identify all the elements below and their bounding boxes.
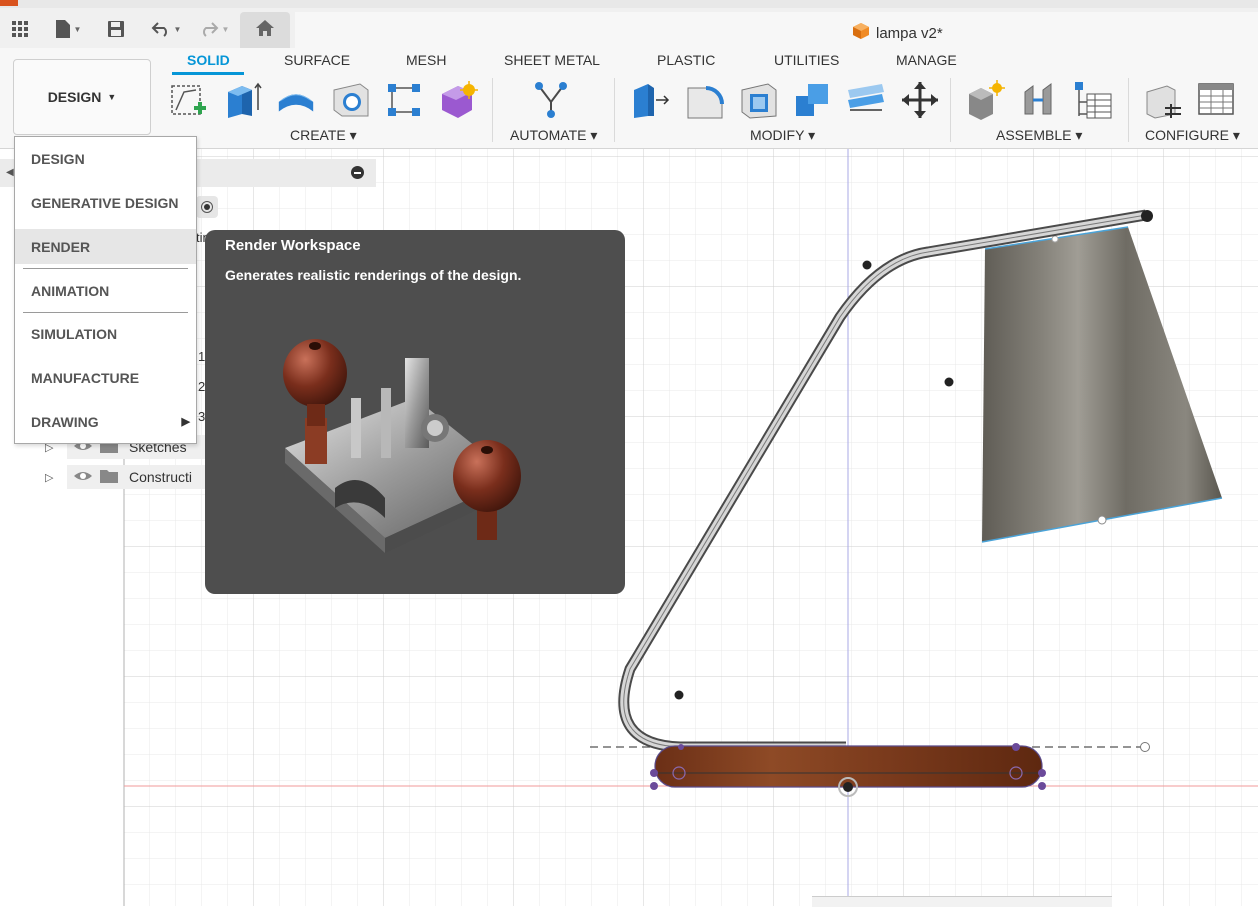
- menu-item-generative-design[interactable]: GENERATIVE DESIGN: [15, 185, 196, 220]
- folder-icon: [99, 468, 129, 487]
- menu-item-render[interactable]: RENDER: [15, 229, 196, 264]
- configure-menu[interactable]: CONFIGURE ▾: [1145, 127, 1240, 144]
- expand-arrow-icon[interactable]: ▷: [45, 471, 67, 484]
- fillet-icon[interactable]: [683, 78, 725, 122]
- submenu-arrow-icon: ▶: [181, 416, 190, 428]
- form-icon[interactable]: [437, 78, 479, 122]
- document-title-text: lampa v2*: [876, 24, 943, 42]
- chevron-down-icon: ▼: [107, 92, 117, 102]
- title-bar: ▼ ▼ ▼ lampa v2*: [0, 8, 1258, 48]
- bill-of-materials-icon[interactable]: [1072, 78, 1114, 122]
- menu-item-simulation[interactable]: SIMULATION: [15, 316, 196, 351]
- file-icon[interactable]: ▼: [50, 16, 86, 42]
- ribbon-toolbar: DESIGN ▼ SOLID SURFACE MESH SHEET METAL P…: [0, 48, 1258, 149]
- pattern-icon[interactable]: [383, 78, 425, 122]
- menu-item-label: DESIGN: [31, 150, 85, 167]
- hole-icon[interactable]: [329, 78, 371, 122]
- tooltip-description: Generates realistic renderings of the de…: [225, 267, 522, 283]
- offset-face-icon[interactable]: [845, 78, 887, 122]
- home-icon: [255, 19, 275, 42]
- router-plane-preview-image: [283, 339, 521, 553]
- tab-mesh[interactable]: MESH: [406, 52, 446, 68]
- eye-icon[interactable]: [73, 469, 99, 485]
- navigation-bar[interactable]: [812, 896, 1112, 907]
- automate-icon[interactable]: [530, 78, 572, 122]
- shell-icon[interactable]: [737, 78, 779, 122]
- tab-solid[interactable]: SOLID: [187, 52, 230, 68]
- browser-item-construction[interactable]: ▷ Constructi: [45, 464, 207, 490]
- create-menu[interactable]: CREATE ▾: [290, 127, 357, 144]
- minimize-icon[interactable]: [351, 166, 364, 179]
- radio-button-icon[interactable]: [196, 196, 218, 218]
- menu-item-label: RENDER: [31, 238, 91, 255]
- window-top-strip: [0, 0, 1258, 8]
- joint-icon[interactable]: [1018, 78, 1060, 122]
- tooltip-title: Render Workspace: [225, 237, 361, 254]
- home-tab[interactable]: [240, 12, 290, 48]
- configure-table-icon[interactable]: [1196, 78, 1238, 122]
- grid-icon[interactable]: [8, 16, 32, 42]
- toolbar-separator: [614, 78, 615, 142]
- combine-icon[interactable]: [791, 78, 833, 122]
- modify-menu[interactable]: MODIFY ▾: [750, 127, 815, 144]
- menu-item-manufacture[interactable]: MANUFACTURE: [15, 360, 196, 395]
- menu-item-animation[interactable]: ANIMATION: [15, 273, 196, 308]
- app-logo-strip: [0, 0, 18, 6]
- collapse-arrow-icon[interactable]: ◀: [6, 167, 14, 178]
- tab-surface[interactable]: SURFACE: [284, 52, 350, 68]
- toolbar-separator: [492, 78, 493, 142]
- toolbar-separator: [1128, 78, 1129, 142]
- save-icon[interactable]: [104, 16, 128, 42]
- component-cube-icon: [852, 22, 870, 44]
- menu-separator: [23, 268, 188, 269]
- undo-icon[interactable]: ▼: [146, 16, 186, 42]
- menu-item-label: ANIMATION: [31, 282, 110, 299]
- tab-plastic[interactable]: PLASTIC: [657, 52, 715, 68]
- render-workspace-tooltip: Render Workspace Generates realistic ren…: [205, 230, 625, 594]
- document-title: lampa v2*: [852, 22, 943, 44]
- move-icon[interactable]: [899, 78, 941, 122]
- menu-item-design[interactable]: DESIGN: [15, 141, 196, 176]
- menu-separator: [23, 312, 188, 313]
- automate-menu[interactable]: AUTOMATE ▾: [510, 127, 597, 144]
- configure-icon[interactable]: [1142, 78, 1184, 122]
- browser-item-label: Constructi: [129, 469, 193, 485]
- toolbar-separator: [950, 78, 951, 142]
- workspace-switcher-button[interactable]: DESIGN ▼: [13, 59, 151, 135]
- menu-item-label: MANUFACTURE: [31, 369, 140, 386]
- active-tab-indicator: [172, 72, 244, 75]
- tab-manage[interactable]: MANAGE: [896, 52, 957, 68]
- menu-item-label: SIMULATION: [31, 325, 118, 342]
- lamp-base: [655, 746, 1042, 787]
- new-component-icon[interactable]: [964, 78, 1006, 122]
- assemble-menu[interactable]: ASSEMBLE ▾: [996, 127, 1082, 144]
- revolve-icon[interactable]: [275, 78, 317, 122]
- create-sketch-icon[interactable]: [167, 78, 209, 122]
- tab-sheet-metal[interactable]: SHEET METAL: [504, 52, 600, 68]
- menu-item-label: DRAWING: [31, 413, 99, 430]
- menu-item-drawing[interactable]: DRAWING ▶: [15, 404, 196, 439]
- document-tab[interactable]: [295, 12, 1258, 48]
- menu-item-label: GENERATIVE DESIGN: [31, 194, 179, 211]
- workspace-menu: DESIGN GENERATIVE DESIGN RENDER ANIMATIO…: [14, 136, 197, 444]
- redo-icon[interactable]: ▼: [194, 16, 234, 42]
- tab-utilities[interactable]: UTILITIES: [774, 52, 839, 68]
- workspace-switcher-label: DESIGN: [47, 89, 102, 105]
- extrude-icon[interactable]: [221, 78, 263, 122]
- press-pull-icon[interactable]: [629, 78, 671, 122]
